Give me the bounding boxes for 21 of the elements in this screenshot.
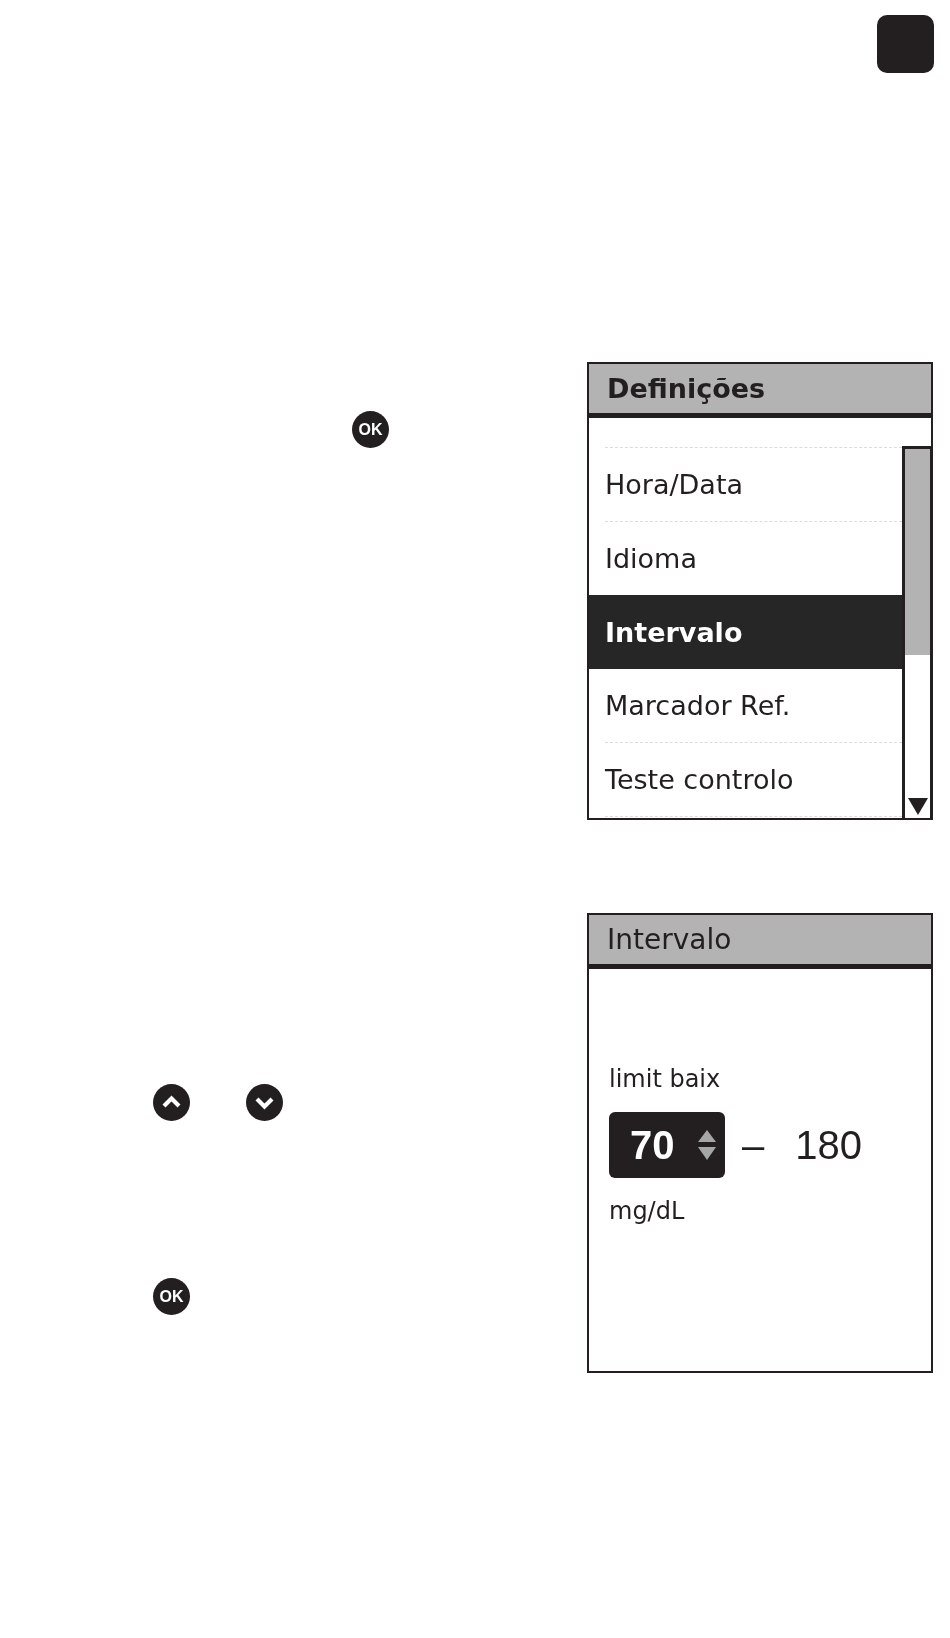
ok-key: OK	[153, 1278, 190, 1315]
scrollbar-thumb[interactable]	[905, 449, 930, 655]
ok-key: OK	[352, 411, 389, 448]
range-separator: –	[742, 1125, 765, 1165]
menu-item[interactable]: Teste controlo	[589, 743, 902, 816]
page-tab-marker	[877, 15, 934, 73]
low-limit-field[interactable]: 70	[609, 1112, 725, 1178]
menu-item[interactable]: Marcador Ref.	[589, 669, 902, 742]
spin-arrows-icon	[698, 1130, 716, 1160]
unit-label: mg/dL	[609, 1197, 685, 1225]
scroll-down-arrow-icon[interactable]	[907, 798, 928, 815]
down-chevron-key-icon	[246, 1084, 283, 1121]
high-limit-value: 180	[795, 1125, 862, 1165]
screen-title: Intervalo	[589, 915, 931, 969]
menu-item[interactable]: Hora/Data	[589, 448, 902, 521]
screen-title: Definições	[589, 364, 931, 418]
menu-item[interactable]: Intervalo	[589, 595, 902, 669]
menu-item[interactable]: Idioma	[589, 522, 902, 595]
range-caption: limit baix	[609, 1065, 721, 1093]
up-chevron-key-icon	[153, 1084, 190, 1121]
scrollbar[interactable]	[902, 446, 933, 818]
